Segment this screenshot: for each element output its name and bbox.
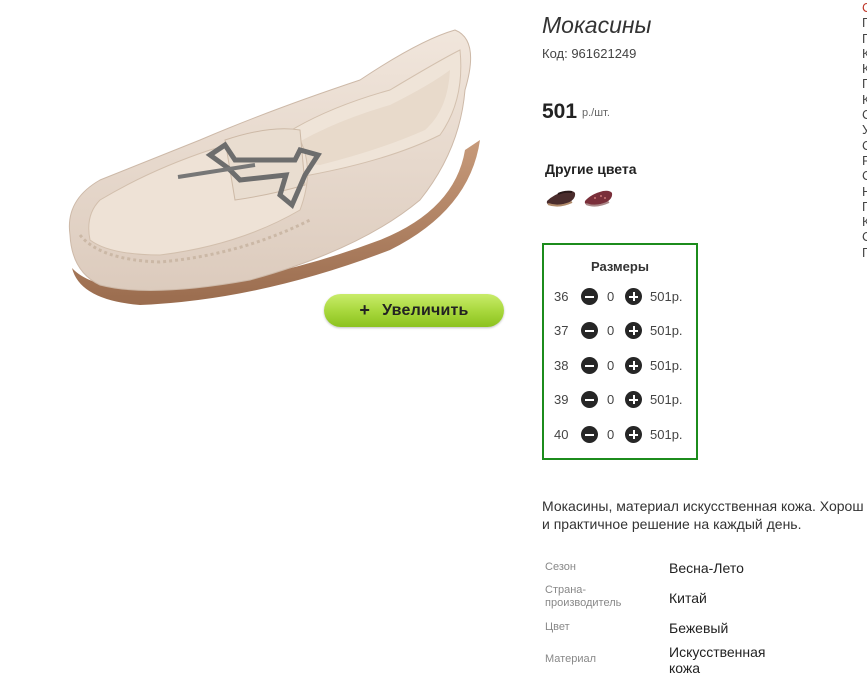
size-quantity: 0 bbox=[607, 427, 615, 442]
minus-icon[interactable] bbox=[581, 391, 598, 408]
size-number: 36 bbox=[554, 289, 569, 304]
cutoff-text-letter: П bbox=[862, 198, 867, 214]
size-number: 40 bbox=[554, 427, 569, 442]
size-row: 40 0 501р. bbox=[544, 425, 696, 445]
plus-icon[interactable] bbox=[625, 357, 642, 374]
size-price: 501р. bbox=[650, 427, 683, 442]
cutoff-text-letter: С bbox=[862, 137, 867, 153]
size-price: 501р. bbox=[650, 358, 683, 373]
right-column-cutoff: СППККПКСУСРСНПКСП bbox=[862, 0, 867, 260]
size-number: 38 bbox=[554, 358, 569, 373]
sizes-panel: Размеры 36 0 501р. 37 0 501р. 38 0 501р.… bbox=[542, 243, 698, 460]
spec-label-material: Материал bbox=[545, 653, 596, 665]
product-title: Мокасины bbox=[542, 12, 652, 38]
minus-icon[interactable] bbox=[581, 288, 598, 305]
cutoff-text-letter: Р bbox=[862, 152, 867, 168]
spec-value-country: Китай bbox=[669, 590, 707, 606]
size-quantity: 0 bbox=[607, 392, 615, 407]
spec-value-line: кожа bbox=[669, 660, 701, 676]
spec-label-country: Страна- производитель bbox=[545, 584, 621, 610]
plus-icon[interactable] bbox=[625, 288, 642, 305]
description-line: и практичное решение на каждый день. bbox=[542, 516, 802, 532]
cutoff-text-letter: К bbox=[862, 214, 867, 230]
cutoff-text-letter: П bbox=[862, 15, 867, 31]
product-sku: Код: 961621249 bbox=[542, 46, 637, 61]
cutoff-text-letter: С bbox=[862, 107, 867, 123]
spec-label-color: Цвет bbox=[545, 621, 570, 633]
product-price: 501 bbox=[542, 100, 578, 123]
cutoff-text-letter: П bbox=[862, 30, 867, 46]
other-colors-label: Другие цвета bbox=[545, 161, 637, 177]
color-thumbnail-bordeaux[interactable] bbox=[581, 182, 615, 210]
sizes-title: Размеры bbox=[591, 259, 649, 274]
plus-icon: + bbox=[359, 300, 371, 320]
cutoff-text-letter: П bbox=[862, 76, 867, 92]
cutoff-text-letter: К bbox=[862, 61, 867, 77]
size-price: 501р. bbox=[650, 289, 683, 304]
product-image[interactable] bbox=[60, 0, 500, 340]
size-number: 39 bbox=[554, 392, 569, 407]
size-row: 37 0 501р. bbox=[544, 321, 696, 341]
spec-value-season: Весна-Лето bbox=[669, 560, 744, 576]
color-thumbnail-dark[interactable] bbox=[544, 182, 578, 210]
spec-value-line: Искусственная bbox=[669, 644, 766, 660]
cutoff-text-letter: С bbox=[862, 0, 867, 15]
minus-icon[interactable] bbox=[581, 322, 598, 339]
size-quantity: 0 bbox=[607, 358, 615, 373]
plus-icon[interactable] bbox=[625, 391, 642, 408]
plus-icon[interactable] bbox=[625, 426, 642, 443]
cutoff-text-letter: Н bbox=[862, 183, 867, 199]
minus-icon[interactable] bbox=[581, 426, 598, 443]
size-quantity: 0 bbox=[607, 323, 615, 338]
size-row: 39 0 501р. bbox=[544, 390, 696, 410]
zoom-button[interactable]: + Увеличить bbox=[324, 294, 504, 327]
spec-value-color: Бежевый bbox=[669, 620, 729, 636]
cutoff-text-letter: С bbox=[862, 168, 867, 184]
description-line: Мокасины, материал искусственная кожа. Х… bbox=[542, 498, 864, 514]
plus-icon[interactable] bbox=[625, 322, 642, 339]
size-quantity: 0 bbox=[607, 289, 615, 304]
cutoff-text-letter: П bbox=[862, 244, 867, 260]
size-number: 37 bbox=[554, 323, 569, 338]
spec-label-line: производитель bbox=[545, 597, 622, 609]
product-description: Мокасины, материал искусственная кожа. Х… bbox=[542, 497, 867, 533]
minus-icon[interactable] bbox=[581, 357, 598, 374]
cutoff-text-letter: К bbox=[862, 45, 867, 61]
size-row: 36 0 501р. bbox=[544, 287, 696, 307]
cutoff-text-letter: С bbox=[862, 229, 867, 245]
zoom-button-label: Увеличить bbox=[382, 301, 469, 319]
size-price: 501р. bbox=[650, 392, 683, 407]
size-price: 501р. bbox=[650, 323, 683, 338]
spec-value-material: Искусственная кожа bbox=[669, 644, 766, 676]
cutoff-text-letter: К bbox=[862, 91, 867, 107]
spec-label-season: Сезон bbox=[545, 561, 576, 573]
cutoff-text-letter: У bbox=[862, 122, 867, 138]
price-unit: р./шт. bbox=[582, 107, 610, 119]
size-row: 38 0 501р. bbox=[544, 356, 696, 376]
spec-label-line: Страна- bbox=[545, 584, 587, 596]
